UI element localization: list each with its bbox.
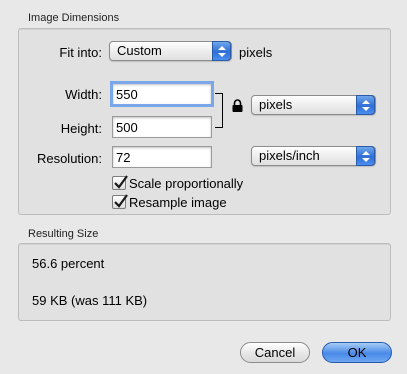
width-field[interactable] (110, 81, 214, 107)
link-bracket (215, 93, 223, 128)
fit-into-value: Custom (117, 43, 162, 58)
resolution-unit-popup[interactable]: pixels/inch (251, 146, 376, 166)
resulting-size-group (18, 243, 391, 321)
resample-image-label[interactable]: Resample image (129, 195, 227, 210)
popup-arrows-icon (356, 95, 375, 115)
resolution-label: Resolution: (36, 151, 102, 166)
checkmark-icon (114, 175, 128, 189)
resolution-unit-value: pixels/inch (259, 148, 320, 163)
resolution-field[interactable] (112, 146, 212, 168)
fit-into-unit: pixels (239, 45, 273, 60)
scale-proportionally-label[interactable]: Scale proportionally (129, 176, 243, 191)
height-field[interactable] (112, 116, 212, 138)
fit-into-popup[interactable]: Custom (109, 41, 232, 61)
size-unit-value: pixels (259, 97, 293, 112)
cancel-button[interactable]: Cancel (240, 342, 310, 363)
scale-proportionally-checkbox[interactable] (112, 175, 128, 190)
popup-arrows-icon (212, 41, 231, 61)
height-label: Height: (60, 121, 102, 136)
lock-icon[interactable] (232, 99, 243, 115)
ok-button[interactable]: OK (322, 342, 392, 363)
resulting-percent: 56.6 percent (32, 256, 105, 271)
width-label: Width: (65, 87, 102, 102)
size-unit-popup[interactable]: pixels (251, 95, 376, 115)
resulting-size-title: Resulting Size (28, 228, 99, 240)
checkmark-icon (114, 194, 128, 208)
popup-arrows-icon (356, 146, 375, 166)
fit-into-label: Fit into: (59, 45, 102, 60)
image-dimensions-title: Image Dimensions (28, 12, 120, 24)
resulting-file-size: 59 KB (was 111 KB) (32, 293, 148, 308)
resample-image-checkbox[interactable] (112, 194, 128, 209)
